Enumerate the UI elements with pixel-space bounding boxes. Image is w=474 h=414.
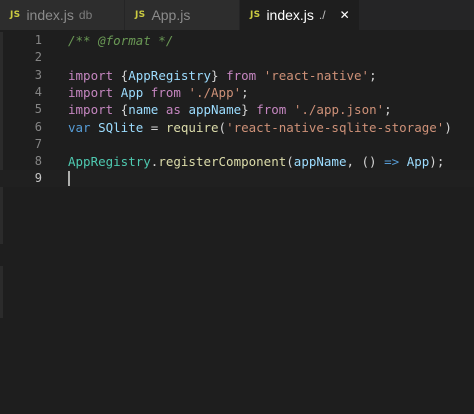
code-line[interactable]: 7 — [0, 136, 474, 153]
tab-index-js-root[interactable]: JS index.js ./ ✕ — [240, 0, 360, 30]
code-token: registerComponent — [158, 154, 287, 170]
code-token: = — [143, 119, 166, 135]
editor-tab-bar: JS index.js db JS App.js JS index.js ./ … — [0, 0, 474, 30]
code-token: './App' — [188, 84, 242, 100]
line-number: 4 — [34, 84, 42, 99]
gutter-edge — [0, 266, 3, 318]
tab-index-js-db[interactable]: JS index.js db — [0, 0, 125, 30]
code-line[interactable]: 1 /** @format */ — [0, 32, 474, 49]
tab-folder-hint: ./ — [318, 8, 326, 22]
code-token: appName — [188, 102, 242, 118]
tab-app-js[interactable]: JS App.js — [125, 0, 240, 30]
code-token: from — [150, 84, 181, 100]
line-number: 9 — [34, 171, 42, 186]
code-token: appName — [293, 154, 347, 170]
line-number: 6 — [34, 119, 42, 134]
line-number: 2 — [34, 50, 42, 65]
code-line[interactable]: 5 import {name as appName} from './app.js… — [0, 101, 474, 118]
code-token: ( — [286, 154, 294, 170]
code-token: from — [226, 67, 257, 83]
code-line[interactable]: 8 AppRegistry.registerComponent(appName, … — [0, 153, 474, 170]
code-token: ); — [429, 154, 445, 170]
code-token: AppRegistry — [68, 154, 151, 170]
code-token: import — [68, 102, 114, 118]
tab-label: index.js — [266, 7, 314, 23]
code-text: import {name as appName} from './app.jso… — [68, 101, 392, 118]
javascript-file-icon: JS — [250, 10, 261, 20]
code-token: 'react-native' — [263, 67, 370, 83]
code-token: /** @format */ — [68, 33, 174, 48]
code-token: { — [113, 102, 129, 118]
code-token: App — [120, 84, 144, 100]
code-token: , () — [346, 154, 385, 170]
code-token: ) — [444, 119, 452, 135]
code-token: { — [113, 67, 129, 83]
code-token: as — [165, 102, 181, 118]
code-token: './app.json' — [293, 102, 385, 118]
tab-folder-hint: db — [78, 8, 93, 22]
code-token: ; — [241, 84, 249, 100]
tab-bar-empty-space — [360, 0, 474, 30]
code-token: => — [384, 154, 400, 170]
code-token: ( — [218, 119, 227, 135]
code-text: import App from './App'; — [68, 84, 249, 101]
code-token: require — [165, 119, 219, 135]
code-token: import — [68, 84, 114, 100]
code-line[interactable]: 6 var SQlite = require('react-native-sqli… — [0, 119, 474, 136]
code-token: } — [211, 67, 227, 83]
code-line[interactable]: 2 — [0, 49, 474, 66]
code-token: import — [68, 67, 114, 83]
line-number: 3 — [34, 67, 42, 82]
code-editor-window: JS index.js db JS App.js JS index.js ./ … — [0, 0, 474, 414]
code-token: App — [406, 154, 430, 170]
code-line[interactable]: 9 — [0, 170, 474, 188]
code-token: name — [128, 102, 159, 118]
code-text: /** @format */ — [68, 32, 173, 49]
code-token: AppRegistry — [128, 67, 212, 83]
code-text: var SQlite = require('react-native-sqlit… — [68, 119, 452, 136]
line-number: 8 — [34, 154, 42, 169]
code-token: } — [241, 102, 257, 118]
tab-label: App.js — [151, 7, 191, 23]
code-line[interactable]: 4 import App from './App'; — [0, 84, 474, 101]
code-token: var — [68, 119, 91, 135]
javascript-file-icon: JS — [10, 10, 21, 20]
javascript-file-icon: JS — [135, 10, 146, 20]
code-text: AppRegistry.registerComponent(appName, (… — [68, 153, 444, 170]
tab-label: index.js — [26, 7, 74, 23]
text-cursor — [68, 171, 70, 187]
line-number: 1 — [34, 33, 42, 47]
code-editor[interactable]: 1/** @format */2 3 import {AppRegistry} fr… — [0, 30, 474, 414]
code-text: import {AppRegistry} from 'react-native'… — [68, 67, 377, 84]
code-line[interactable]: 3 import {AppRegistry} from 'react-native… — [0, 67, 474, 84]
line-number: 5 — [34, 102, 42, 117]
code-token: 'react-native-sqlite-storage' — [226, 119, 445, 135]
code-token: ; — [384, 102, 392, 118]
close-tab-icon[interactable]: ✕ — [340, 8, 350, 22]
line-number: 7 — [34, 136, 42, 151]
code-token: ; — [369, 67, 377, 83]
code-token: SQlite — [98, 119, 144, 135]
code-token: from — [256, 102, 287, 118]
